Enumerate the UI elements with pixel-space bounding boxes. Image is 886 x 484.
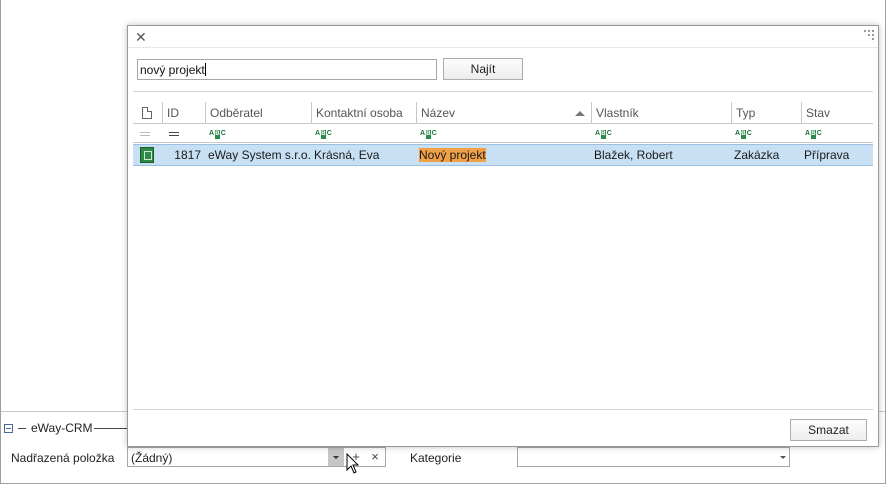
document-icon xyxy=(142,107,152,119)
filter-contact[interactable]: ABC xyxy=(311,124,416,142)
cell-name: Nový projekt xyxy=(416,145,591,165)
search-match-highlight: Nový projekt xyxy=(419,148,486,162)
filter-equals-icon xyxy=(140,132,150,136)
text-filter-icon: ABC xyxy=(735,130,752,139)
column-header-id[interactable]: ID xyxy=(162,102,205,123)
close-icon[interactable]: ✕ xyxy=(135,29,147,45)
table-row[interactable]: 1817 eWay System s.r.o. Krásná, Eva Nový… xyxy=(133,144,873,166)
text-filter-icon: ABC xyxy=(805,130,822,139)
text-filter-icon: ABC xyxy=(315,130,332,139)
filter-owner[interactable]: ABC xyxy=(591,124,731,142)
collapse-icon[interactable] xyxy=(4,423,13,433)
clear-icon[interactable]: × xyxy=(368,449,382,465)
group-line xyxy=(18,427,26,429)
cell-contact: Krásná, Eva xyxy=(314,148,380,162)
column-header-name[interactable]: Název xyxy=(416,102,591,123)
parent-item-label: Nadřazená položka xyxy=(11,451,115,465)
chevron-down-icon[interactable] xyxy=(328,448,344,466)
title-divider xyxy=(128,47,878,48)
group-line-right xyxy=(94,428,128,429)
cell-id: 1817 xyxy=(174,148,201,162)
cell-type: Zakázka xyxy=(734,148,780,162)
filter-customer[interactable]: ABC xyxy=(205,124,311,142)
row-icon-cell xyxy=(133,145,162,165)
footer-divider xyxy=(133,409,873,410)
column-header-state[interactable]: Stav xyxy=(801,102,873,123)
search-dialog: ✕ nový projekt Najít ID Odběratel Kontak… xyxy=(127,25,879,447)
column-header-contact[interactable]: Kontaktní osoba xyxy=(311,102,416,123)
group-title: eWay-CRM xyxy=(31,421,93,435)
category-label: Kategorie xyxy=(410,451,462,465)
filter-state[interactable]: ABC xyxy=(801,124,873,142)
cell-owner: Blažek, Robert xyxy=(594,148,673,162)
filter-type[interactable]: ABC xyxy=(731,124,801,142)
find-button[interactable]: Najít xyxy=(443,58,523,80)
text-caret xyxy=(204,63,206,76)
project-icon xyxy=(140,147,154,163)
cell-customer: eWay System s.r.o. xyxy=(208,148,311,162)
column-header-owner[interactable]: Vlastník xyxy=(591,102,731,123)
parent-item-value: (Žádný) xyxy=(131,451,173,465)
filter-row: ABC ABC ABC ABC ABC ABC xyxy=(133,124,873,143)
text-filter-icon: ABC xyxy=(595,130,612,139)
mouse-cursor-icon xyxy=(346,453,360,474)
clear-button[interactable]: Smazat xyxy=(790,419,867,441)
search-input[interactable]: nový projekt xyxy=(137,59,437,80)
group-header-eway-crm[interactable]: eWay-CRM xyxy=(4,420,93,436)
filter-id[interactable] xyxy=(162,124,205,142)
column-header-name-label: Název xyxy=(421,106,456,120)
chevron-down-icon[interactable] xyxy=(780,456,786,459)
cell-state: Příprava xyxy=(804,148,850,162)
column-header-customer[interactable]: Odběratel xyxy=(205,102,311,123)
grid-header: ID Odběratel Kontaktní osoba Název Vlast… xyxy=(133,102,873,124)
filter-equals-icon xyxy=(169,132,179,136)
filter-icon-column[interactable] xyxy=(133,124,162,142)
search-input-text: nový projekt xyxy=(140,63,205,77)
text-filter-icon: ABC xyxy=(209,130,226,139)
filter-name[interactable]: ABC xyxy=(416,124,591,142)
category-combo[interactable] xyxy=(517,447,790,467)
sort-ascending-icon xyxy=(575,111,585,116)
column-header-icon[interactable] xyxy=(133,102,162,123)
text-filter-icon: ABC xyxy=(420,130,437,139)
column-header-type[interactable]: Typ xyxy=(731,102,801,123)
grid-divider xyxy=(133,91,873,92)
resize-grip-icon[interactable] xyxy=(864,30,874,40)
